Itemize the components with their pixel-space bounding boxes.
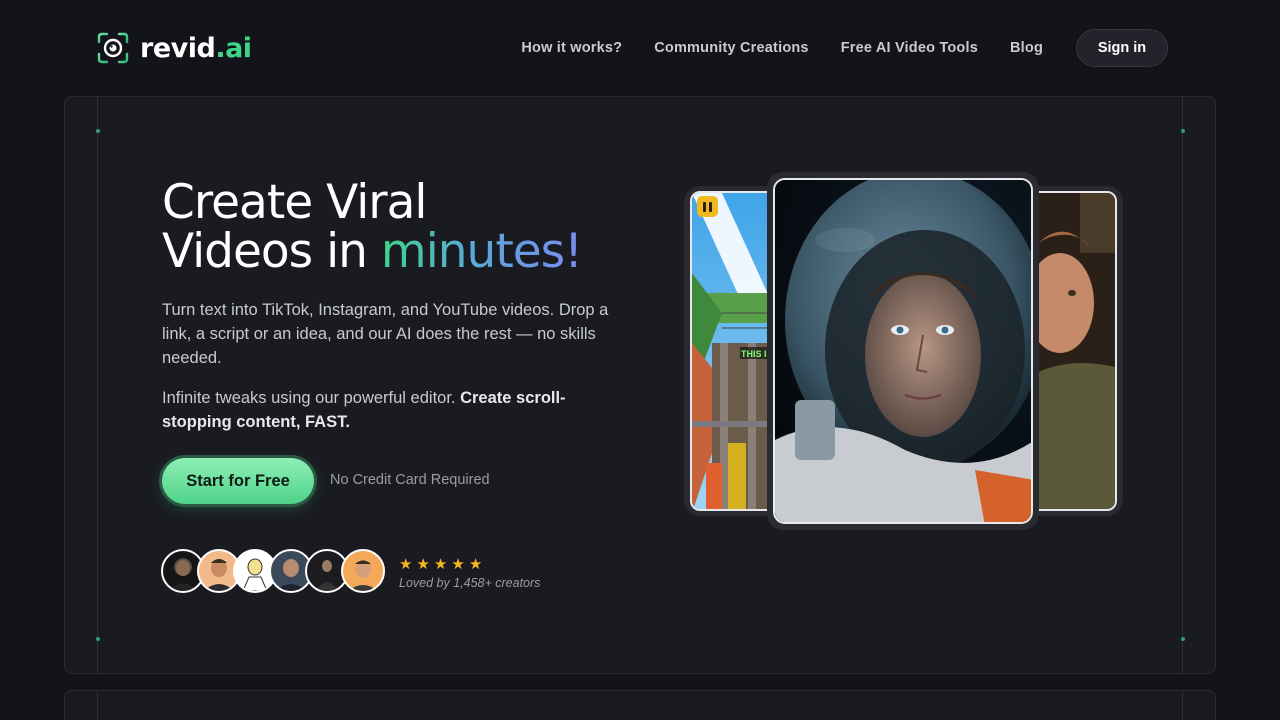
nav-how-it-works[interactable]: How it works? — [521, 40, 622, 56]
guide-line-left — [97, 691, 98, 720]
star-icon: ★ — [416, 556, 430, 573]
nav-free-ai-video-tools[interactable]: Free AI Video Tools — [841, 40, 978, 56]
star-icon: ★ — [433, 556, 448, 573]
site-header: revid.ai How it works? Community Creatio… — [0, 0, 1280, 96]
headline-line-1: Create Viral — [162, 175, 427, 230]
pause-icon[interactable] — [697, 196, 718, 217]
guide-line-right — [1182, 691, 1183, 720]
hero-subdescription: Infinite tweaks using our powerful edito… — [162, 389, 566, 431]
star-icon: ★ — [399, 556, 413, 573]
rating-stars: ★ ★ ★ ★ ★ — [399, 555, 482, 573]
headline-highlight: minutes! — [380, 224, 583, 279]
start-for-free-button[interactable]: Start for Free — [162, 458, 314, 504]
corner-dot — [96, 129, 100, 133]
main-nav: How it works? Community Creations Free A… — [521, 29, 1168, 67]
star-icon: ★ — [468, 556, 483, 573]
sign-in-button[interactable]: Sign in — [1076, 29, 1168, 67]
corner-dot — [1181, 129, 1185, 133]
hero-headline: Create Viral Videos in minutes! — [162, 178, 662, 276]
nav-community-creations[interactable]: Community Creations — [654, 40, 808, 56]
next-section — [64, 690, 1216, 720]
guide-line-right — [1182, 97, 1183, 673]
star-icon: ★ — [451, 556, 465, 573]
corner-dot — [96, 637, 100, 641]
social-proof-text: Loved by 1,458+ creators — [399, 576, 541, 590]
nav-blog[interactable]: Blog — [1010, 40, 1043, 56]
corner-dot — [1181, 637, 1185, 641]
no-credit-card-note: No Credit Card Required — [330, 472, 490, 488]
eye-camera-icon — [96, 31, 130, 65]
headline-line-2: Videos in — [162, 224, 381, 279]
logo-text: revid.ai — [140, 32, 252, 64]
logo[interactable]: revid.ai — [96, 30, 252, 66]
avatar — [341, 549, 385, 593]
guide-line-left — [97, 97, 98, 673]
hero-description: Turn text into TikTok, Instagram, and Yo… — [162, 301, 609, 367]
video-astronaut-clip[interactable] — [773, 178, 1033, 524]
